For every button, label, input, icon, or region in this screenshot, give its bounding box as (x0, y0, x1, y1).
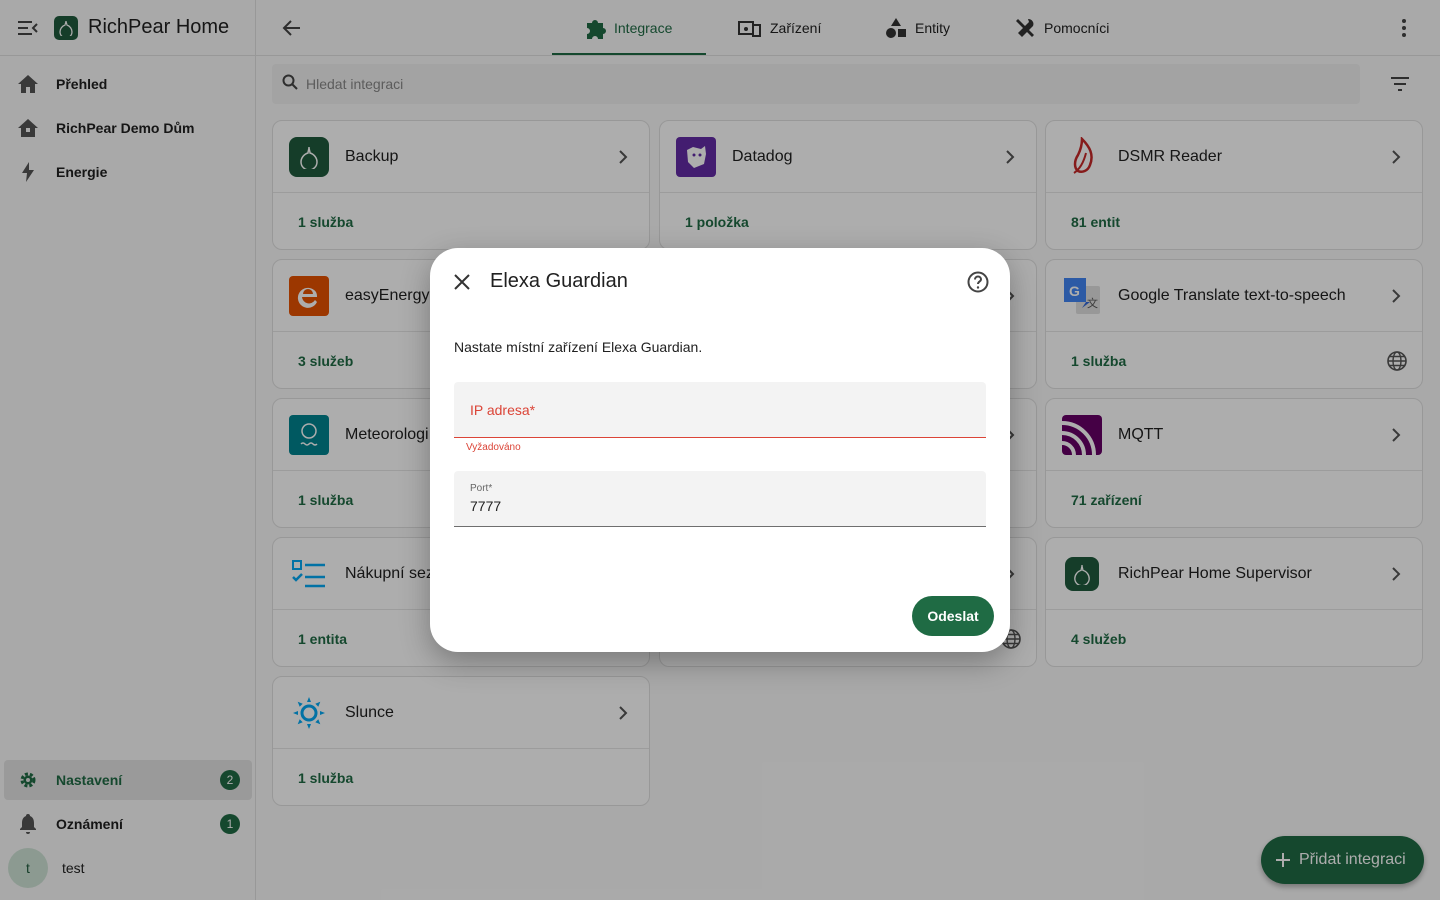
config-dialog: Elexa Guardian Nastate místní zařízení E… (430, 248, 1010, 652)
port-input[interactable]: 7777 (470, 498, 770, 514)
close-icon[interactable] (450, 270, 474, 294)
port-label: Port* (470, 483, 493, 494)
submit-button[interactable]: Odeslat (912, 596, 994, 636)
help-icon[interactable] (966, 270, 990, 294)
ip-address-label: IP adresa* (470, 402, 536, 418)
ip-address-error: Vyžadováno (466, 442, 521, 453)
dialog-description: Nastate místní zařízení Elexa Guardian. (454, 339, 703, 355)
port-field[interactable]: Port* 7777 (454, 471, 986, 527)
ip-address-field[interactable]: IP adresa* (454, 382, 986, 438)
dialog-title: Elexa Guardian (490, 270, 628, 292)
